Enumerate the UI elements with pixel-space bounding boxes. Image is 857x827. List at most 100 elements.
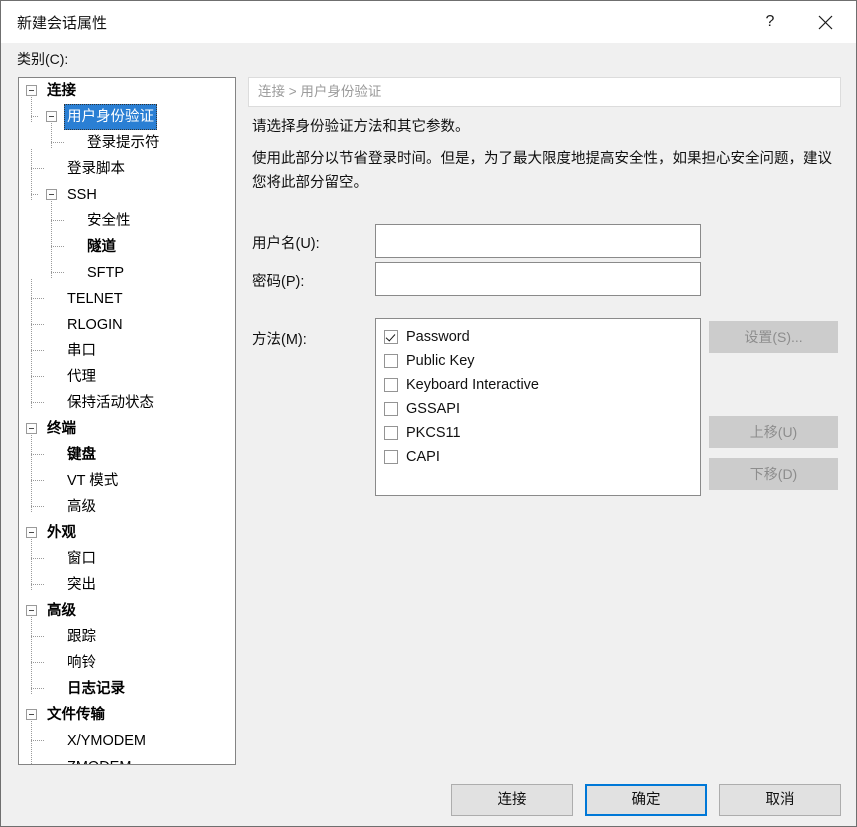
tree-item-label: 登录提示符 (87, 135, 160, 151)
tree-guide-connector (31, 402, 45, 403)
method-label: 方法(M): (252, 332, 307, 348)
tree-item-23[interactable]: 日志记录 (19, 676, 235, 702)
tree-item-11[interactable]: 代理 (19, 364, 235, 390)
tree-item-8[interactable]: TELNET (19, 286, 235, 312)
help-button[interactable]: ? (747, 1, 793, 43)
tree-item-label: 串口 (67, 343, 96, 359)
tree-item-5[interactable]: 安全性 (19, 208, 235, 234)
tree-guide-connector (31, 636, 45, 637)
tree-item-2[interactable]: 登录提示符 (19, 130, 235, 156)
method-item-keyboard-interactive[interactable]: Keyboard Interactive (376, 373, 700, 397)
move-up-button[interactable]: 上移(U) (709, 416, 838, 448)
tree-item-25[interactable]: X/YMODEM (19, 728, 235, 754)
tree-item-21[interactable]: 跟踪 (19, 624, 235, 650)
tree-item-10[interactable]: 串口 (19, 338, 235, 364)
breadcrumb: 连接 > 用户身份验证 (248, 77, 841, 107)
tree-item-label: VT 模式 (67, 473, 119, 489)
tree-item-label: 窗口 (67, 551, 96, 567)
tree-item-label: 日志记录 (67, 681, 125, 697)
tree-item-3[interactable]: 登录脚本 (19, 156, 235, 182)
tree-guide-connector (31, 740, 45, 741)
tree-item-20[interactable]: 高级 (19, 598, 235, 624)
tree-item-13[interactable]: 终端 (19, 416, 235, 442)
connect-button[interactable]: 连接 (451, 784, 573, 816)
description-secondary: 使用此部分以节省登录时间。但是，为了最大限度地提高安全性，如果担心安全问题，建议… (252, 151, 832, 191)
tree-expander-collapse-icon[interactable] (26, 605, 37, 616)
checkbox-unchecked-icon[interactable] (384, 402, 398, 416)
method-item-label: CAPI (406, 449, 440, 465)
tree-item-label: 响铃 (67, 655, 96, 671)
tree-item-15[interactable]: VT 模式 (19, 468, 235, 494)
tree-item-7[interactable]: SFTP (19, 260, 235, 286)
tree-item-label: 终端 (47, 421, 76, 437)
method-item-public-key[interactable]: Public Key (376, 349, 700, 373)
tree-item-label: 登录脚本 (67, 161, 125, 177)
tree-item-16[interactable]: 高级 (19, 494, 235, 520)
method-item-gssapi[interactable]: GSSAPI (376, 397, 700, 421)
tree-guide-connector (31, 350, 45, 351)
window-title: 新建会话属性 (17, 15, 108, 32)
tree-guide-connector (31, 480, 45, 481)
password-label: 密码(P): (252, 274, 305, 290)
checkbox-unchecked-icon[interactable] (384, 354, 398, 368)
tree-guide-connector (31, 454, 45, 455)
checkbox-unchecked-icon[interactable] (384, 450, 398, 464)
tree-expander-collapse-icon[interactable] (26, 527, 37, 538)
tree-item-label: 用户身份验证 (64, 104, 157, 130)
username-label: 用户名(U): (252, 236, 320, 252)
tree-item-label: SFTP (87, 265, 125, 281)
cancel-button[interactable]: 取消 (719, 784, 841, 816)
checkbox-checked-icon[interactable] (384, 330, 398, 344)
checkbox-unchecked-icon[interactable] (384, 378, 398, 392)
tree-item-6[interactable]: 隧道 (19, 234, 235, 260)
tree-expander-collapse-icon[interactable] (46, 111, 57, 122)
tree-guide-connector (31, 662, 45, 663)
move-down-button[interactable]: 下移(D) (709, 458, 838, 490)
tree-item-18[interactable]: 窗口 (19, 546, 235, 572)
tree-expander-collapse-icon[interactable] (46, 189, 57, 200)
new-session-properties-dialog: 新建会话属性 ? 类别(C): 连接 用户身份验证 登录提示符 登录脚本 SSH 安全性隧… (0, 0, 857, 827)
tree-guide-connector (51, 142, 65, 143)
method-list[interactable]: Password Public Key Keyboard Interactive GS… (375, 318, 701, 496)
tree-item-26[interactable]: ZMODEM (19, 754, 235, 764)
tree-expander-collapse-icon[interactable] (26, 423, 37, 434)
method-item-capi[interactable]: CAPI (376, 445, 700, 469)
tree-item-17[interactable]: 外观 (19, 520, 235, 546)
tree-item-1[interactable]: 用户身份验证 (19, 104, 235, 130)
method-item-password[interactable]: Password (376, 325, 700, 349)
tree-guide-connector (51, 220, 65, 221)
tree-item-0[interactable]: 连接 (19, 78, 235, 104)
tree-expander-collapse-icon[interactable] (26, 85, 37, 96)
tree-item-label: 安全性 (87, 213, 131, 229)
username-input[interactable] (375, 224, 701, 258)
tree-item-9[interactable]: RLOGIN (19, 312, 235, 338)
tree-item-label: 跟踪 (67, 629, 96, 645)
method-item-label: Password (406, 329, 470, 345)
password-input[interactable] (375, 262, 701, 296)
checkbox-unchecked-icon[interactable] (384, 426, 398, 440)
tree-item-12[interactable]: 保持活动状态 (19, 390, 235, 416)
tree-item-19[interactable]: 突出 (19, 572, 235, 598)
tree-item-label: 隧道 (87, 239, 116, 255)
tree-item-14[interactable]: 键盘 (19, 442, 235, 468)
tree-item-label: TELNET (67, 291, 123, 307)
tree-expander-collapse-icon[interactable] (26, 709, 37, 720)
method-item-pkcs11[interactable]: PKCS11 (376, 421, 700, 445)
tree-guide-connector (51, 272, 65, 273)
tree-item-label: 突出 (67, 577, 96, 593)
tree-item-4[interactable]: SSH (19, 182, 235, 208)
description-primary: 请选择身份验证方法和其它参数。 (252, 119, 470, 135)
tree-guide-connector (51, 246, 65, 247)
tree-guide-connector (31, 584, 45, 585)
tree-item-label: 保持活动状态 (67, 395, 154, 411)
close-button[interactable] (802, 1, 848, 43)
tree-item-label: RLOGIN (67, 317, 123, 333)
title-bar: 新建会话属性 ? (1, 1, 856, 43)
category-tree[interactable]: 连接 用户身份验证登录提示符登录脚本 SSH 安全性隧道 SFTP TELNET RLOGI… (18, 77, 236, 765)
tree-item-24[interactable]: 文件传输 (19, 702, 235, 728)
tree-item-22[interactable]: 响铃 (19, 650, 235, 676)
tree-guide-connector (31, 688, 45, 689)
settings-button[interactable]: 设置(S)... (709, 321, 838, 353)
method-item-label: GSSAPI (406, 401, 460, 417)
ok-button[interactable]: 确定 (585, 784, 707, 816)
